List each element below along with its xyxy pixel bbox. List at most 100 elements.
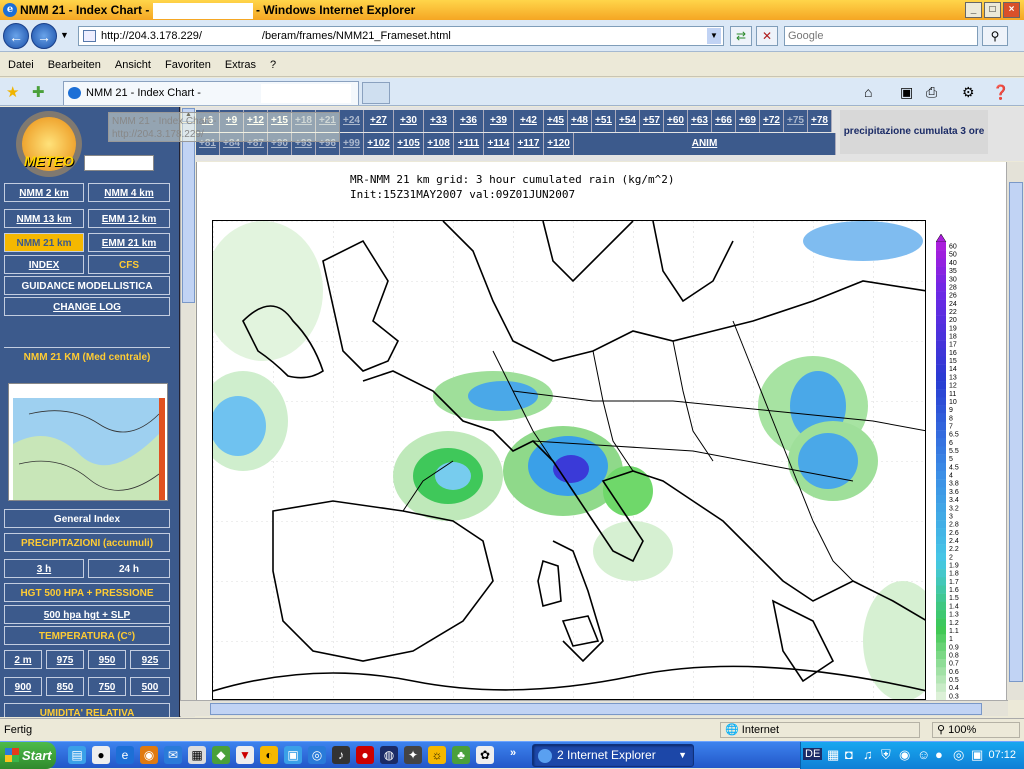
- address-input[interactable]: http://204.3.178.229/ /beram/frames/NMM21…: [78, 26, 724, 46]
- feeds-icon[interactable]: ▣: [900, 84, 913, 101]
- quicklaunch-app3-icon[interactable]: ▼: [236, 746, 254, 764]
- quicklaunch-firefox-icon[interactable]: ◉: [140, 746, 158, 764]
- forward-button[interactable]: →: [31, 23, 57, 49]
- taskbar-ie-button[interactable]: 2 Internet Explorer ▼: [532, 744, 694, 767]
- quicklaunch-app13-icon[interactable]: ✿: [476, 746, 494, 764]
- quicklaunch-ie-icon[interactable]: e: [116, 746, 134, 764]
- temp-level-850[interactable]: 850: [46, 677, 84, 696]
- tray-lock-icon[interactable]: ◘: [845, 747, 853, 762]
- temp-level-950[interactable]: 950: [88, 650, 126, 669]
- menu-item-ansicht[interactable]: Ansicht: [115, 53, 151, 76]
- frame-button[interactable]: +48: [568, 110, 592, 132]
- frame-button[interactable]: +63: [688, 110, 712, 132]
- tab-nmm21[interactable]: NMM 21 - Index Chart -: [63, 81, 359, 105]
- frame-button[interactable]: +75: [784, 110, 808, 132]
- frame-button[interactable]: +120: [544, 133, 574, 155]
- quicklaunch-app-icon[interactable]: ▦: [188, 746, 206, 764]
- taskbar-group-dropdown-icon[interactable]: ▼: [678, 745, 687, 766]
- frame-button[interactable]: +111: [454, 133, 484, 155]
- cfs-link[interactable]: CFS: [88, 255, 170, 274]
- quicklaunch-app8-icon[interactable]: ●: [356, 746, 374, 764]
- help-icon[interactable]: ❓: [992, 84, 1009, 101]
- tray-app3-icon[interactable]: ●: [935, 747, 943, 762]
- quicklaunch-app11-icon[interactable]: ☼: [428, 746, 446, 764]
- language-indicator[interactable]: DE: [803, 748, 823, 760]
- maximize-button[interactable]: □: [984, 2, 1001, 18]
- frame-button[interactable]: +60: [664, 110, 688, 132]
- temp-level-925[interactable]: 925: [130, 650, 170, 669]
- temp-level-2m[interactable]: 2 m: [4, 650, 42, 669]
- temp-level-975[interactable]: 975: [46, 650, 84, 669]
- new-tab-button[interactable]: [362, 82, 390, 104]
- back-button[interactable]: ←: [3, 23, 29, 49]
- history-dropdown-icon[interactable]: ▼: [60, 30, 69, 40]
- tray-speaker-icon[interactable]: ♫: [863, 747, 873, 762]
- frame-button[interactable]: +27: [364, 110, 394, 132]
- search-icon[interactable]: ⚲: [982, 26, 1008, 46]
- frame-button[interactable]: +99: [340, 133, 364, 155]
- chart-hscroll-thumb[interactable]: [210, 703, 982, 715]
- hgt-slp-link[interactable]: 500 hpa hgt + SLP: [4, 605, 170, 624]
- tray-shield-icon[interactable]: ⛨: [881, 747, 891, 763]
- frame-button[interactable]: +24: [340, 110, 364, 132]
- home-icon[interactable]: ⌂: [864, 84, 872, 100]
- frame-button[interactable]: +33: [424, 110, 454, 132]
- model-nmm13[interactable]: NMM 13 km: [4, 209, 84, 228]
- frame-button[interactable]: +45: [544, 110, 568, 132]
- close-button[interactable]: ×: [1003, 2, 1020, 18]
- changelog-link[interactable]: CHANGE LOG: [4, 297, 170, 316]
- anim-button[interactable]: ANIM: [574, 133, 836, 155]
- general-index-link[interactable]: General Index: [4, 509, 170, 528]
- tray-app5-icon[interactable]: ▣: [971, 747, 983, 763]
- model-nmm4[interactable]: NMM 4 km: [88, 183, 170, 202]
- start-button[interactable]: Start: [0, 742, 56, 769]
- menu-item-extras[interactable]: Extras: [225, 53, 256, 76]
- menu-item-bearbeiten[interactable]: Bearbeiten: [48, 53, 101, 76]
- chart-horizontal-scrollbar[interactable]: [180, 700, 1008, 716]
- temp-level-500[interactable]: 500: [130, 677, 170, 696]
- search-input[interactable]: Google: [784, 26, 978, 46]
- frame-button[interactable]: +66: [712, 110, 736, 132]
- stop-icon[interactable]: ✕: [756, 26, 778, 46]
- frame-button[interactable]: +102: [364, 133, 394, 155]
- frame-button[interactable]: +39: [484, 110, 514, 132]
- add-favorite-icon[interactable]: ✚: [32, 83, 45, 101]
- quicklaunch-desktop-icon[interactable]: ▤: [68, 746, 86, 764]
- quicklaunch-app9-icon[interactable]: ◍: [380, 746, 398, 764]
- quicklaunch-app6-icon[interactable]: ◎: [308, 746, 326, 764]
- quicklaunch-app7-icon[interactable]: ♪: [332, 746, 350, 764]
- logo-input[interactable]: [84, 155, 154, 171]
- tray-app-icon[interactable]: ◉: [899, 747, 910, 763]
- frame-button[interactable]: +72: [760, 110, 784, 132]
- chart-thumbnail[interactable]: [8, 383, 168, 501]
- quicklaunch-mail-icon[interactable]: ✉: [164, 746, 182, 764]
- favorites-star-icon[interactable]: ★: [6, 83, 19, 101]
- menu-item-favoriten[interactable]: Favoriten: [165, 53, 211, 76]
- temp-level-900[interactable]: 900: [4, 677, 42, 696]
- quicklaunch-app4-icon[interactable]: ◐: [260, 746, 278, 764]
- model-nmm2[interactable]: NMM 2 km: [4, 183, 84, 202]
- quicklaunch-app2-icon[interactable]: ◆: [212, 746, 230, 764]
- sidebar-scrollbar[interactable]: ▲: [180, 107, 195, 717]
- menu-item-help[interactable]: ?: [270, 53, 276, 76]
- sidebar-scroll-thumb[interactable]: [182, 123, 195, 303]
- frame-button[interactable]: +105: [394, 133, 424, 155]
- frame-button[interactable]: +42: [514, 110, 544, 132]
- tools-gear-icon[interactable]: ⚙: [962, 84, 975, 101]
- frame-button[interactable]: +51: [592, 110, 616, 132]
- frame-button[interactable]: +57: [640, 110, 664, 132]
- quicklaunch-app10-icon[interactable]: ✦: [404, 746, 422, 764]
- chart-vertical-scrollbar[interactable]: [1006, 162, 1024, 700]
- index-link[interactable]: INDEX: [4, 255, 84, 274]
- minimize-button[interactable]: _: [965, 2, 982, 18]
- frame-button[interactable]: +36: [454, 110, 484, 132]
- quicklaunch-app12-icon[interactable]: ♣: [452, 746, 470, 764]
- frame-button[interactable]: +69: [736, 110, 760, 132]
- refresh-icon[interactable]: ⇄: [730, 26, 752, 46]
- tray-network-icon[interactable]: ▦: [827, 747, 839, 763]
- frame-button[interactable]: +108: [424, 133, 454, 155]
- tray-app4-icon[interactable]: ◎: [953, 747, 964, 763]
- model-nmm21-selected[interactable]: NMM 21 km: [4, 233, 84, 252]
- frame-button[interactable]: +54: [616, 110, 640, 132]
- tray-app2-icon[interactable]: ☺: [917, 747, 930, 762]
